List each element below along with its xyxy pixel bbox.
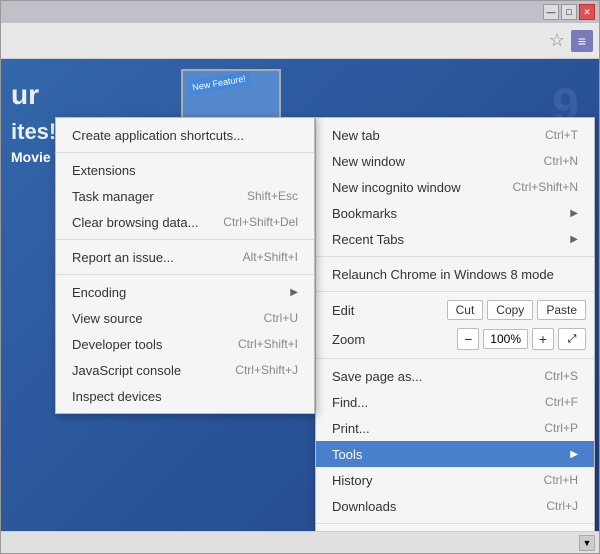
menu-item-new-window[interactable]: New window Ctrl+N [316, 148, 594, 174]
menu-item-bookmarks[interactable]: Bookmarks ▶ [316, 200, 594, 226]
menu-item-recent-tabs[interactable]: Recent Tabs ▶ [316, 226, 594, 252]
maximize-button[interactable]: □ [561, 4, 577, 20]
menu-item-new-incognito[interactable]: New incognito window Ctrl+Shift+N [316, 174, 594, 200]
submenu-separator-2 [56, 239, 314, 240]
page-text-line1: ur [11, 79, 39, 111]
submenu-item-create-shortcuts[interactable]: Create application shortcuts... [56, 122, 314, 148]
copy-button[interactable]: Copy [487, 300, 533, 320]
zoom-value: 100% [483, 329, 528, 349]
edit-label: Edit [324, 303, 443, 318]
cut-button[interactable]: Cut [447, 300, 484, 320]
zoom-expand-button[interactable]: ⤢ [558, 328, 586, 350]
zoom-label: Zoom [324, 332, 453, 347]
bookmark-star-icon[interactable]: ☆ [549, 30, 565, 51]
new-feature-badge: New Feature! [187, 71, 251, 96]
page-text-line2: ites! [11, 119, 56, 145]
submenu-item-inspect-devices[interactable]: Inspect devices [56, 383, 314, 409]
menu-separator-3 [316, 358, 594, 359]
bottom-bar: ▼ [1, 531, 599, 553]
page-content: ur ites! Movie Wizard 9 New Feature! htt… [1, 59, 599, 531]
zoom-plus-button[interactable]: + [532, 328, 554, 350]
browser-toolbar: ☆ ≡ [1, 23, 599, 59]
menu-item-find[interactable]: Find... Ctrl+F [316, 389, 594, 415]
submenu-item-view-source[interactable]: View source Ctrl+U [56, 305, 314, 331]
menu-item-relaunch[interactable]: Relaunch Chrome in Windows 8 mode [316, 261, 594, 287]
submenu-item-js-console[interactable]: JavaScript console Ctrl+Shift+J [56, 357, 314, 383]
menu-item-print[interactable]: Print... Ctrl+P [316, 415, 594, 441]
menu-item-edit-row: Edit Cut Copy Paste [316, 296, 594, 324]
submenu-item-extensions[interactable]: Extensions [56, 157, 314, 183]
submenu-item-developer-tools[interactable]: Developer tools Ctrl+Shift+I [56, 331, 314, 357]
close-button[interactable]: ✕ [579, 4, 595, 20]
submenu-item-encoding[interactable]: Encoding ▶ [56, 279, 314, 305]
menu-item-history[interactable]: History Ctrl+H [316, 467, 594, 493]
title-bar: — □ ✕ [1, 1, 599, 23]
scroll-down-button[interactable]: ▼ [579, 535, 595, 551]
submenu-separator-3 [56, 274, 314, 275]
menu-item-signin[interactable]: Sign in to Chrome... [316, 528, 594, 531]
tools-submenu: Create application shortcuts... Extensio… [55, 117, 315, 414]
menu-item-tools[interactable]: Tools ▶ [316, 441, 594, 467]
paste-button[interactable]: Paste [537, 300, 586, 320]
submenu-item-report-issue[interactable]: Report an issue... Alt+Shift+I [56, 244, 314, 270]
menu-item-new-tab[interactable]: New tab Ctrl+T [316, 122, 594, 148]
menu-separator-2 [316, 291, 594, 292]
menu-separator-4 [316, 523, 594, 524]
zoom-minus-button[interactable]: − [457, 328, 479, 350]
minimize-button[interactable]: — [543, 4, 559, 20]
chrome-menu-button[interactable]: ≡ [571, 30, 593, 52]
menu-separator-1 [316, 256, 594, 257]
submenu-separator-1 [56, 152, 314, 153]
submenu-item-clear-browsing[interactable]: Clear browsing data... Ctrl+Shift+Del [56, 209, 314, 235]
menu-item-save-page[interactable]: Save page as... Ctrl+S [316, 363, 594, 389]
browser-window: — □ ✕ ☆ ≡ ur ites! Movie Wizard 9 New Fe… [0, 0, 600, 554]
menu-item-zoom-row: Zoom − 100% + ⤢ [316, 324, 594, 354]
submenu-item-task-manager[interactable]: Task manager Shift+Esc [56, 183, 314, 209]
menu-item-downloads[interactable]: Downloads Ctrl+J [316, 493, 594, 519]
chrome-menu: New tab Ctrl+T New window Ctrl+N New inc… [315, 117, 595, 531]
